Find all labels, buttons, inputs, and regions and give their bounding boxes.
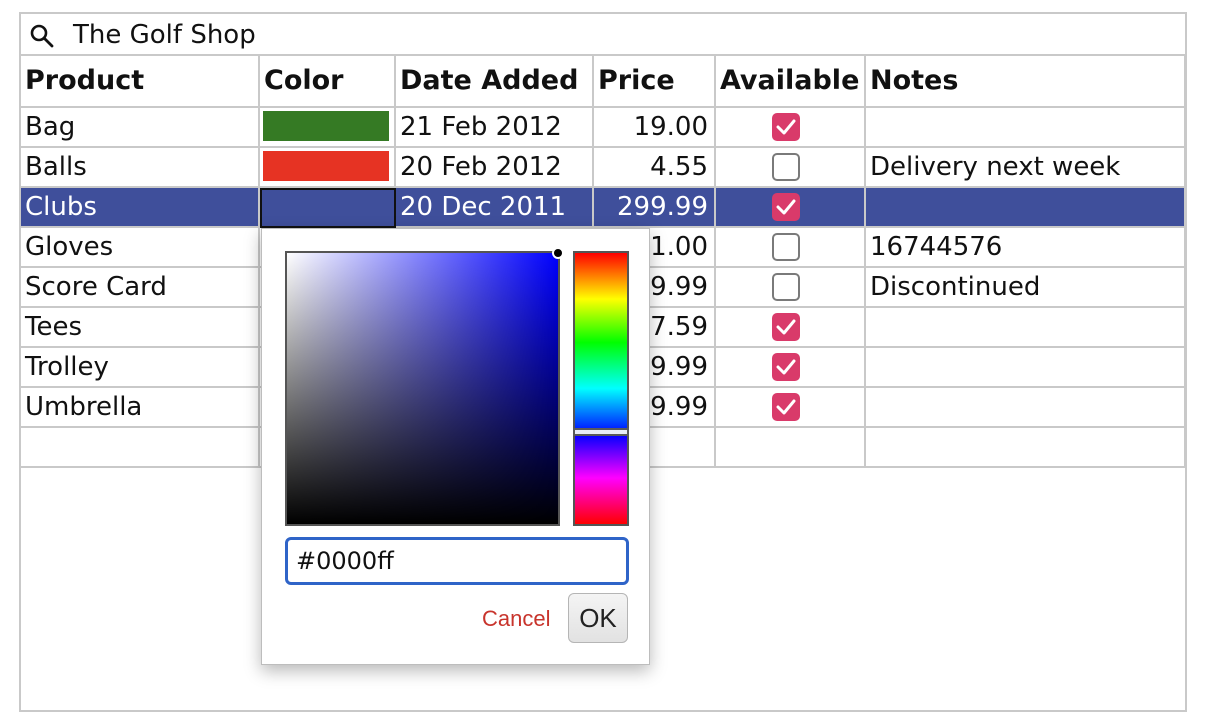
saturation-value-area[interactable] (285, 247, 564, 526)
checkmark-icon (776, 199, 796, 215)
saturation-value-handle[interactable] (552, 247, 564, 259)
available-checkbox[interactable] (772, 393, 800, 421)
available-checkbox[interactable] (772, 313, 800, 341)
cell-color[interactable] (260, 148, 396, 188)
available-checkbox[interactable] (772, 193, 800, 221)
cell-color[interactable] (260, 108, 396, 148)
cell-date[interactable]: 20 Feb 2012 (396, 148, 594, 188)
cell-price[interactable]: 299.99 (594, 188, 716, 228)
column-header-price[interactable]: Price (594, 56, 716, 108)
cell-product[interactable]: Gloves (21, 228, 260, 268)
cell-notes[interactable]: Discontinued (866, 268, 1186, 308)
cell-product[interactable]: Trolley (21, 348, 260, 388)
cell-available[interactable] (716, 428, 866, 468)
cell-date[interactable]: 20 Dec 2011 (396, 188, 594, 228)
cell-available[interactable] (716, 108, 866, 148)
checkmark-icon (776, 119, 796, 135)
checkmark-icon (776, 319, 796, 335)
available-checkbox[interactable] (772, 273, 800, 301)
available-checkbox[interactable] (772, 153, 800, 181)
column-header-product[interactable]: Product (21, 56, 260, 108)
cell-notes[interactable] (866, 108, 1186, 148)
cell-product[interactable]: Umbrella (21, 388, 260, 428)
cell-notes[interactable] (866, 388, 1186, 428)
available-checkbox[interactable] (772, 353, 800, 381)
cell-available[interactable] (716, 228, 866, 268)
column-header-notes[interactable]: Notes (866, 56, 1186, 108)
cell-available[interactable] (716, 188, 866, 228)
cell-notes[interactable]: 16744576 (866, 228, 1186, 268)
available-checkbox[interactable] (772, 113, 800, 141)
cell-available[interactable] (716, 148, 866, 188)
cell-price[interactable]: 4.55 (594, 148, 716, 188)
color-swatch (263, 111, 389, 141)
ok-button[interactable]: OK (568, 593, 628, 643)
cell-price[interactable]: 19.00 (594, 108, 716, 148)
cell-date[interactable]: 21 Feb 2012 (396, 108, 594, 148)
color-swatch (263, 151, 389, 181)
cell-product[interactable]: Clubs (21, 188, 260, 228)
available-checkbox[interactable] (772, 233, 800, 261)
cell-color-editing[interactable] (260, 188, 396, 228)
cell-notes[interactable] (866, 428, 1186, 468)
color-picker-popup: Cancel OK (261, 228, 650, 665)
checkmark-icon (776, 359, 796, 375)
cell-product[interactable]: Tees (21, 308, 260, 348)
cell-product[interactable]: Score Card (21, 268, 260, 308)
cancel-button[interactable]: Cancel (482, 602, 550, 636)
hue-slider[interactable] (573, 251, 629, 526)
column-header-date-added[interactable]: Date Added (396, 56, 594, 108)
cell-notes[interactable] (866, 308, 1186, 348)
cell-available[interactable] (716, 348, 866, 388)
cell-product[interactable]: Bag (21, 108, 260, 148)
cell-notes[interactable] (866, 188, 1186, 228)
column-header-available[interactable]: Available (716, 56, 866, 108)
cell-notes[interactable]: Delivery next week (866, 148, 1186, 188)
hex-color-input[interactable] (285, 537, 629, 585)
checkmark-icon (776, 399, 796, 415)
cell-available[interactable] (716, 388, 866, 428)
cell-product[interactable] (21, 428, 260, 468)
cell-available[interactable] (716, 308, 866, 348)
column-header-color[interactable]: Color (260, 56, 396, 108)
cell-product[interactable]: Balls (21, 148, 260, 188)
cell-notes[interactable] (866, 348, 1186, 388)
hue-slider-handle[interactable] (573, 428, 629, 436)
cell-available[interactable] (716, 268, 866, 308)
